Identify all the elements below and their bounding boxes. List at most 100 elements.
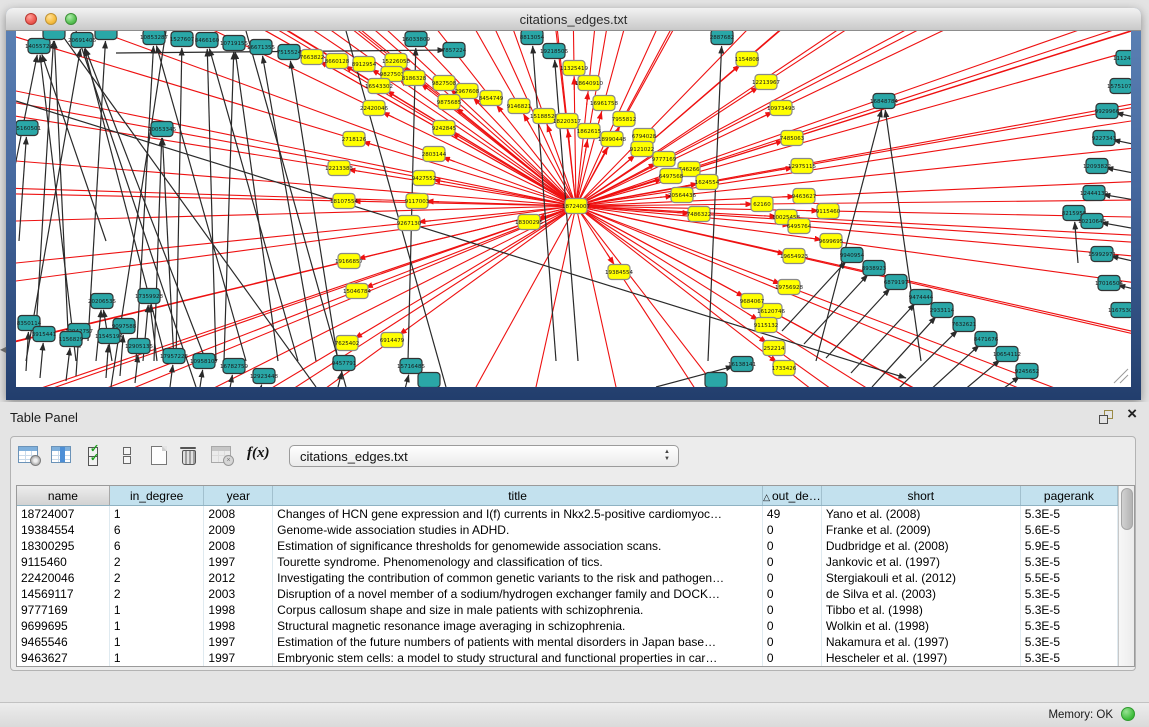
table-cell[interactable]: 1	[109, 618, 204, 634]
table-cell[interactable]: 18724007	[17, 506, 109, 523]
table-cell[interactable]: 5.9E-5	[1020, 538, 1117, 554]
graph-node[interactable]: 6495764	[787, 219, 812, 234]
graph-node[interactable]: 8660128	[325, 54, 350, 69]
table-cell[interactable]: de Silva et al. (2003)	[821, 586, 1020, 602]
graph-node[interactable]: 18640910	[575, 76, 603, 91]
table-cell[interactable]: Disruption of a novel member of a sodium…	[273, 586, 763, 602]
graph-node[interactable]: 11545194	[95, 329, 123, 344]
graph-node[interactable]: 12213967	[752, 75, 780, 90]
graph-node[interactable]: 9827508	[432, 76, 457, 91]
table-cell[interactable]: 1998	[204, 602, 273, 618]
graph-node[interactable]: 25160501	[16, 121, 41, 136]
memory-indicator[interactable]	[1121, 707, 1135, 721]
graph-node[interactable]: 18300295	[515, 215, 543, 230]
graph-node[interactable]: 19166857	[335, 254, 363, 269]
table-scrollbar[interactable]	[1118, 486, 1134, 666]
graph-node[interactable]: 8912954	[352, 57, 377, 72]
graph-node[interactable]: 17957223	[160, 349, 188, 364]
graph-node[interactable]: 9699695	[819, 234, 844, 249]
table-cell[interactable]: Tibbo et al. (1998)	[821, 602, 1020, 618]
graph-node[interactable]: 9929966	[1095, 104, 1120, 119]
graph-node[interactable]: 17016504	[1095, 276, 1123, 291]
column-header-out_de[interactable]: △out_de…	[762, 486, 821, 506]
window-titlebar[interactable]: citations_edges.txt	[6, 8, 1141, 31]
graph-node[interactable]: 12444139	[1080, 186, 1108, 201]
table-row[interactable]: 969969511998Structural magnetic resonanc…	[17, 618, 1118, 634]
table-cell[interactable]: 1997	[204, 650, 273, 666]
table-row[interactable]: 1938455462009Genome-wide association stu…	[17, 522, 1118, 538]
graph-node[interactable]	[418, 373, 440, 388]
graph-node[interactable]: 20053346	[148, 122, 176, 137]
graph-node[interactable]: 9457791	[332, 356, 357, 371]
table-cell[interactable]: 5.3E-5	[1020, 650, 1117, 666]
citation-network-graph[interactable]: 1405572420691406108532871527607846616010…	[16, 31, 1131, 387]
graph-node[interactable]: 19654923	[780, 249, 808, 264]
table-cell[interactable]: Changes of HCN gene expression and I(f) …	[273, 506, 763, 523]
graph-node[interactable]: 1527607	[170, 32, 195, 47]
table-row[interactable]: 946362711997Embryonic stem cells: a mode…	[17, 650, 1118, 666]
close-panel-icon[interactable]: ×	[1127, 405, 1137, 423]
graph-node[interactable]: 16138141	[728, 357, 756, 372]
graph-node[interactable]: 18107554	[330, 194, 358, 209]
graph-node[interactable]: 15751074	[1107, 79, 1131, 94]
graph-node[interactable]: 11124819	[1113, 51, 1131, 66]
table-cell[interactable]: 2012	[204, 570, 273, 586]
table-cell[interactable]: 18300295	[17, 538, 109, 554]
graph-node[interactable]: 9245652	[1015, 364, 1040, 379]
table-cell[interactable]: 0	[762, 618, 821, 634]
table-cell[interactable]: 5.3E-5	[1020, 602, 1117, 618]
graph-node[interactable]: 20206535	[88, 294, 116, 309]
graph-node[interactable]: 11325419	[560, 61, 588, 76]
graph-node[interactable]: 1733426	[772, 361, 797, 376]
table-cell[interactable]: 0	[762, 538, 821, 554]
show-columns-button[interactable]	[51, 446, 71, 463]
table-cell[interactable]: 9115460	[17, 554, 109, 570]
function-builder-button[interactable]: f(x)	[247, 445, 270, 462]
column-header-pagerank[interactable]: pagerank	[1020, 486, 1117, 506]
graph-node[interactable]: 8471676	[974, 332, 999, 347]
table-row[interactable]: 1872400712008Changes of HCN gene express…	[17, 506, 1118, 523]
table-cell[interactable]: 1998	[204, 618, 273, 634]
graph-node[interactable]: 7515524	[277, 45, 302, 60]
graph-node[interactable]: 9242845	[432, 121, 457, 136]
table-cell[interactable]: 1	[109, 602, 204, 618]
graph-node[interactable]: 3915441	[32, 327, 57, 342]
table-cell[interactable]: 1997	[204, 554, 273, 570]
delete-columns-button[interactable]	[181, 446, 195, 463]
table-cell[interactable]: 5.3E-5	[1020, 554, 1117, 570]
network-view-canvas[interactable]: 1405572420691406108532871527607846616010…	[16, 31, 1131, 387]
graph-node[interactable]: 7485063	[780, 131, 805, 146]
graph-node[interactable]: 6497568	[659, 169, 684, 184]
graph-node[interactable]: 10210643	[1078, 214, 1106, 229]
table-cell[interactable]: Jankovic et al. (1997)	[821, 554, 1020, 570]
graph-node[interactable]: 17359928	[135, 289, 163, 304]
graph-node[interactable]: 12213383	[325, 161, 353, 176]
graph-node[interactable]: 8813054	[520, 31, 545, 45]
graph-node[interactable]: 19756928	[775, 280, 803, 295]
graph-node[interactable]: 7663822	[300, 50, 325, 65]
table-cell[interactable]: 9463627	[17, 650, 109, 666]
row-height-button[interactable]	[123, 446, 131, 464]
table-cell[interactable]: 2	[109, 554, 204, 570]
graph-node[interactable]: 8454749	[479, 91, 504, 106]
table-cell[interactable]: 1	[109, 650, 204, 666]
table-cell[interactable]: 9777169	[17, 602, 109, 618]
table-cell[interactable]: 0	[762, 554, 821, 570]
graph-node[interactable]: 15046784	[343, 284, 371, 299]
table-cell[interactable]: 19384554	[17, 522, 109, 538]
graph-node[interactable]: 19218506	[540, 44, 568, 59]
graph-node[interactable]: 18724007	[562, 199, 590, 214]
graph-node[interactable]: 20691406	[68, 33, 96, 48]
table-cell[interactable]: Hescheler et al. (1997)	[821, 650, 1020, 666]
table-cell[interactable]: 0	[762, 650, 821, 666]
table-selector-dropdown[interactable]: citations_edges.txt ▲▼	[289, 445, 679, 467]
graph-node[interactable]: 1154808	[735, 52, 760, 67]
graph-node[interactable]: 1156829	[59, 332, 84, 347]
graph-node[interactable]: 11675300	[1108, 303, 1131, 318]
table-row[interactable]: 977716911998Corpus callosum shape and si…	[17, 602, 1118, 618]
table-cell[interactable]: 1997	[204, 634, 273, 650]
graph-node[interactable]: 62160	[751, 197, 773, 212]
table-cell[interactable]: 2008	[204, 506, 273, 523]
graph-node[interactable]: 6914479	[380, 333, 405, 348]
table-cell[interactable]: 5.3E-5	[1020, 634, 1117, 650]
